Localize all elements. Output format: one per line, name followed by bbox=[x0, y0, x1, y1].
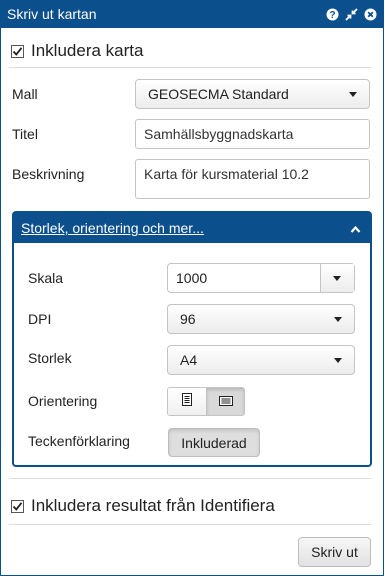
chevron-down-icon bbox=[333, 276, 341, 281]
template-label: Mall bbox=[12, 86, 38, 102]
scale-dropdown-button[interactable] bbox=[320, 264, 354, 292]
section-header[interactable]: Storlek, orientering och mer... bbox=[14, 213, 370, 243]
dpi-dropdown[interactable]: 96 bbox=[167, 304, 355, 334]
size-value: A4 bbox=[180, 352, 198, 368]
include-identify-row[interactable]: Inkludera resultat från Identifiera bbox=[11, 496, 275, 516]
scale-label: Skala bbox=[28, 270, 64, 286]
size-dropdown[interactable]: A4 bbox=[167, 345, 355, 375]
title-input-value: Samhällsbyggnadskarta bbox=[144, 126, 294, 142]
legend-include-label: Inkluderad bbox=[181, 434, 247, 451]
divider-middle bbox=[9, 478, 371, 479]
dpi-value: 96 bbox=[180, 311, 196, 327]
include-map-label: Inkludera karta bbox=[31, 41, 144, 60]
chevron-down-icon bbox=[349, 92, 357, 97]
include-map-checkbox[interactable] bbox=[11, 44, 24, 58]
dpi-label: DPI bbox=[28, 311, 52, 327]
description-textarea[interactable]: Karta för kursmaterial 10.2 bbox=[135, 159, 370, 199]
landscape-button[interactable] bbox=[206, 388, 244, 415]
scale-combobox[interactable]: 1000 bbox=[167, 263, 355, 293]
orientation-toggle[interactable] bbox=[167, 387, 245, 416]
landscape-icon bbox=[218, 393, 233, 411]
template-dropdown[interactable]: GEOSECMA Standard bbox=[135, 79, 370, 109]
include-map-row[interactable]: Inkludera karta bbox=[11, 41, 143, 61]
orientation-label: Orientering bbox=[28, 393, 98, 409]
title-label: Titel bbox=[12, 126, 38, 142]
description-label: Beskrivning bbox=[12, 166, 85, 182]
portrait-icon bbox=[182, 392, 192, 411]
description-value: Karta för kursmaterial 10.2 bbox=[144, 166, 309, 182]
print-button-label: Skriv ut bbox=[311, 544, 358, 560]
size-label: Storlek bbox=[28, 350, 72, 366]
legend-label: Teckenförklaring bbox=[28, 433, 130, 449]
template-value: GEOSECMA Standard bbox=[148, 86, 289, 102]
legend-include-button[interactable]: Inkluderad bbox=[168, 428, 260, 457]
chevron-down-icon bbox=[334, 317, 342, 322]
divider-top bbox=[9, 67, 371, 68]
scale-value[interactable]: 1000 bbox=[168, 264, 320, 292]
svg-text:?: ? bbox=[329, 10, 335, 21]
titlebar-icons: ? bbox=[325, 7, 377, 21]
help-icon[interactable]: ? bbox=[325, 7, 339, 21]
panel-title: Skriv ut kartan bbox=[7, 6, 97, 22]
title-input[interactable]: Samhällsbyggnadskarta bbox=[135, 119, 370, 149]
portrait-button[interactable] bbox=[168, 388, 206, 415]
print-button[interactable]: Skriv ut bbox=[298, 537, 371, 567]
close-icon[interactable] bbox=[363, 7, 377, 21]
divider-bottom bbox=[9, 524, 371, 525]
collapse-icon[interactable] bbox=[344, 7, 358, 21]
size-orientation-section: Storlek, orientering och mer... Skala 10… bbox=[12, 211, 372, 467]
chevron-down-icon bbox=[334, 358, 342, 363]
include-identify-label: Inkludera resultat från Identifiera bbox=[31, 496, 275, 515]
chevron-up-icon[interactable] bbox=[350, 221, 361, 239]
section-title-link[interactable]: Storlek, orientering och mer... bbox=[21, 220, 204, 236]
include-identify-checkbox[interactable] bbox=[11, 499, 24, 513]
print-map-panel: Skriv ut kartan ? Inkludera karta Mall G… bbox=[0, 0, 384, 576]
panel-titlebar: Skriv ut kartan ? bbox=[1, 1, 383, 28]
